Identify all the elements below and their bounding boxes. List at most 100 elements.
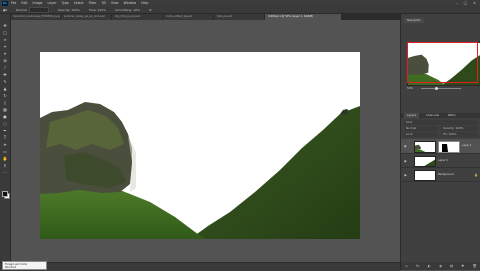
eyedropper-icon[interactable]: ⁄ xyxy=(2,65,8,70)
layer-thumbnail-image xyxy=(424,159,435,166)
close-icon[interactable]: × xyxy=(473,1,476,5)
layer-row-background[interactable]: ◉ Background 🔒 xyxy=(401,168,480,182)
layer-thumbnail-image xyxy=(415,144,426,152)
brush-preset-icon[interactable]: ●▾ xyxy=(3,8,7,12)
menu-window[interactable]: Window xyxy=(124,1,137,5)
fx-icon[interactable]: fx xyxy=(416,264,419,268)
layer-thumbnail xyxy=(414,170,436,181)
menu-3d[interactable]: 3D xyxy=(101,1,105,5)
quick-select-icon[interactable]: ✦ xyxy=(2,44,8,49)
zoom-slider[interactable] xyxy=(421,88,461,89)
lock-icon: 🔒 xyxy=(474,173,478,177)
tab-layers[interactable]: Layers xyxy=(404,113,420,118)
flow-option[interactable]: Flow: 100% xyxy=(89,8,106,12)
tooltip-subtitle: Shortcut xyxy=(5,266,17,270)
blur-icon[interactable]: ● xyxy=(2,114,8,119)
opacity-field[interactable]: Opacity: 100% xyxy=(441,126,478,131)
visibility-eye-icon[interactable]: ◉ xyxy=(404,173,407,177)
document-canvas[interactable] xyxy=(40,52,360,239)
menu-image[interactable]: Image xyxy=(33,1,43,5)
layer-mask-thumbnail[interactable] xyxy=(438,141,460,153)
brush-icon[interactable]: ✎ xyxy=(2,79,8,84)
navigator-view-box[interactable] xyxy=(407,42,478,83)
group-icon[interactable]: ▤ xyxy=(450,264,453,268)
more-icon[interactable]: ⋯ xyxy=(2,170,8,175)
frame-icon[interactable]: ⊠ xyxy=(2,58,8,63)
photoshop-logo-icon: Ps xyxy=(2,0,8,6)
zoom-icon[interactable]: ⚲ xyxy=(2,163,8,168)
new-layer-icon[interactable]: ✚ xyxy=(461,264,464,268)
path-select-icon[interactable]: ➤ xyxy=(2,142,8,147)
foreground-color-swatch[interactable] xyxy=(2,191,8,197)
maximize-icon[interactable]: □ xyxy=(464,1,467,5)
tab-paths[interactable]: Paths xyxy=(445,113,459,118)
hand-icon[interactable]: ✋ xyxy=(2,156,8,161)
layer-thumbnail xyxy=(414,141,436,153)
layer-name: Layer 1 xyxy=(462,144,472,147)
move-icon[interactable]: ✥ xyxy=(2,23,8,28)
menu-help[interactable]: Help xyxy=(141,1,148,5)
menu-filter[interactable]: Filter xyxy=(89,1,97,5)
adjustment-icon[interactable]: ◑ xyxy=(439,264,442,268)
mode-label: Normal xyxy=(16,7,27,12)
healing-icon[interactable]: ✚ xyxy=(2,72,8,77)
trash-icon[interactable]: 🗑 xyxy=(473,264,477,268)
lock-controls[interactable]: Lock: xyxy=(404,132,438,137)
tab-navigator[interactable]: Navigator xyxy=(404,18,424,23)
tools-panel: ✥ □ ∞ ✦ ⌖ ⊠ ⁄ ✚ ✎ ▲ ↻ ▯ ▩ ● ○ ✒ T ➤ ▭ ✋ … xyxy=(0,14,11,270)
menu-edit[interactable]: Edit xyxy=(21,1,27,5)
layer-row-layer-0[interactable]: ◉ Layer 0 xyxy=(401,154,480,168)
document-tab[interactable]: hills_ps.psd xyxy=(214,14,265,20)
type-icon[interactable]: T xyxy=(2,135,8,140)
blend-mode-select[interactable]: Normal xyxy=(404,126,438,131)
opacity-option[interactable]: Opacity: 100% xyxy=(58,8,80,12)
fill-field[interactable]: Fill: 100% xyxy=(441,132,478,137)
smoothing-option[interactable]: Smoothing: 10% xyxy=(115,8,140,12)
options-bar: ●▾ Normal Opacity: 100% Flow: 100% Smoot… xyxy=(0,6,480,14)
dodge-icon[interactable]: ○ xyxy=(2,121,8,126)
navigator-zoom: 50% xyxy=(407,86,477,91)
lasso-icon[interactable]: ∞ xyxy=(2,37,8,42)
layers-panel-tabs: Layers Channels Paths xyxy=(401,113,480,118)
menu-select[interactable]: Select xyxy=(74,1,84,5)
menu-type[interactable]: Type xyxy=(61,1,68,5)
menu-layer[interactable]: Layer xyxy=(48,1,57,5)
layers-panel-footer: ∞ fx ◐ ◑ ▤ ✚ 🗑 xyxy=(401,262,480,270)
mode-control: Normal xyxy=(16,6,49,13)
tab-channels[interactable]: Channels xyxy=(423,113,442,118)
link-icon[interactable]: ∞ xyxy=(405,264,408,268)
zoom-slider-knob[interactable] xyxy=(435,86,438,90)
document-tab[interactable]: sky_hills_ps_ps.psd xyxy=(112,14,163,20)
document-tab[interactable]: mountain_landscape_8749456_ps.jpg xyxy=(10,14,61,20)
history-brush-icon[interactable]: ↻ xyxy=(2,93,8,98)
tooltip: Foreground Color Shortcut xyxy=(2,261,47,270)
zoom-value: 50% xyxy=(407,86,414,90)
rectangle-icon[interactable]: ▭ xyxy=(2,149,8,154)
menu-view[interactable]: View xyxy=(111,1,119,5)
document-tab-active[interactable]: Untitled-1 @ 50% (Layer 1, RGB/8) xyxy=(265,14,342,20)
layer-mask-image xyxy=(442,144,448,152)
mask-icon[interactable]: ◐ xyxy=(428,264,431,268)
clone-stamp-icon[interactable]: ▲ xyxy=(2,86,8,91)
landscape-image xyxy=(40,102,360,239)
visibility-eye-icon[interactable]: ◉ xyxy=(404,159,407,163)
document-tab[interactable]: rocks_edited_ps.psd xyxy=(163,14,214,20)
document-tab[interactable]: summer_valley_ps_ps_rock.psd xyxy=(61,14,112,20)
layer-thumbnail xyxy=(414,156,436,167)
layer-name: Layer 0 xyxy=(438,159,448,162)
marquee-icon[interactable]: □ xyxy=(2,30,8,35)
eraser-icon[interactable]: ▯ xyxy=(2,100,8,105)
layer-filter-kind[interactable]: Kind xyxy=(404,120,478,125)
crop-icon[interactable]: ⌖ xyxy=(2,51,8,56)
right-panels: Navigator 50% Layers Channels Paths Kind… xyxy=(400,14,480,270)
pen-icon[interactable]: ✒ xyxy=(2,128,8,133)
settings-gear-icon[interactable]: ⚙ xyxy=(149,8,152,12)
document-tabs: mountain_landscape_8749456_ps.jpg summer… xyxy=(10,14,400,20)
layer-row-layer-1[interactable]: ◉ Layer 1 xyxy=(401,139,480,154)
gradient-icon[interactable]: ▩ xyxy=(2,107,8,112)
menu-file[interactable]: File xyxy=(11,1,16,5)
visibility-eye-icon[interactable]: ◉ xyxy=(404,144,407,148)
mode-select[interactable] xyxy=(28,6,49,13)
layer-name: Background xyxy=(438,173,454,176)
minimize-icon[interactable]: – xyxy=(456,1,458,5)
